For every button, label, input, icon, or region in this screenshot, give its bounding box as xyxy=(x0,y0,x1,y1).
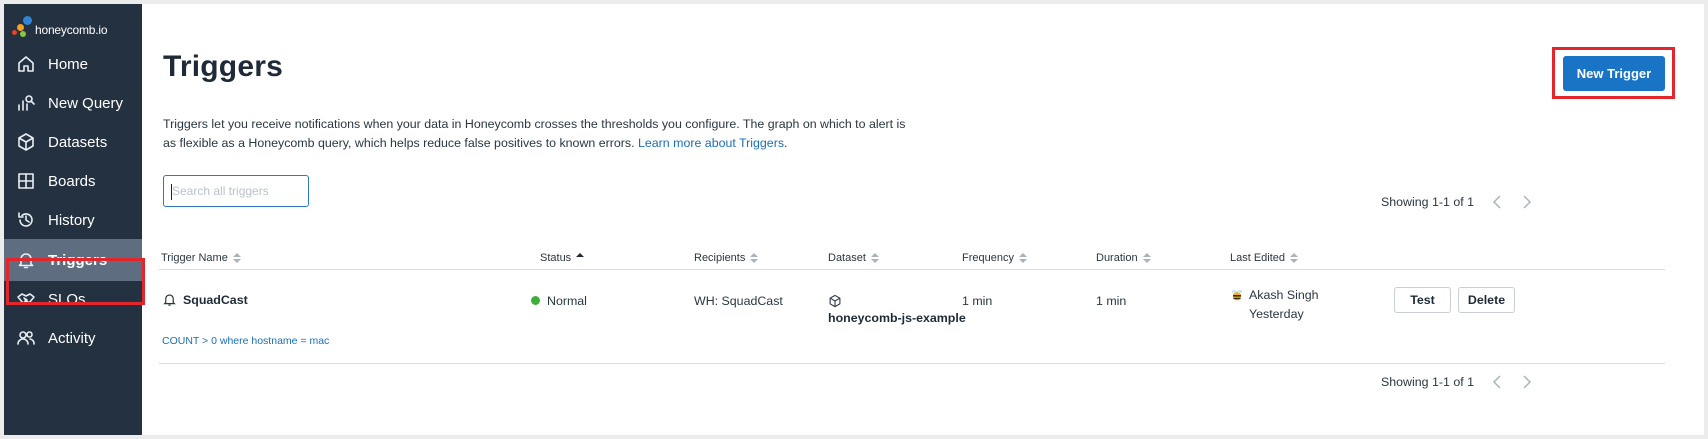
sidebar: honeycomb.io Home New Query Datasets Boa… xyxy=(4,4,142,435)
page-title: Triggers xyxy=(163,50,283,83)
text-cursor xyxy=(171,184,172,200)
sort-ascending-icon xyxy=(576,253,585,263)
delete-button[interactable]: Delete xyxy=(1458,287,1515,313)
honeycomb-logo-icon xyxy=(12,16,32,40)
sidebar-item-label: New Query xyxy=(48,94,124,112)
sidebar-item-history[interactable]: History xyxy=(4,199,142,241)
pagination-text: Showing 1-1 of 1 xyxy=(1381,195,1474,209)
status-normal-icon xyxy=(531,296,540,305)
page-description: Triggers let you receive notifications w… xyxy=(163,117,906,150)
sort-icon xyxy=(1290,253,1299,263)
column-header-last-edited[interactable]: Last Edited xyxy=(1230,252,1299,264)
search-field[interactable] xyxy=(163,175,309,207)
column-header-frequency[interactable]: Frequency xyxy=(962,252,1027,264)
honeycomb-logo[interactable]: honeycomb.io xyxy=(12,10,108,40)
sidebar-item-label: History xyxy=(48,211,95,229)
sidebar-item-activity[interactable]: Activity xyxy=(4,317,142,359)
logo-text: honeycomb.io xyxy=(35,23,108,37)
cube-icon xyxy=(828,294,842,308)
dataset-cell xyxy=(828,294,842,311)
sort-icon xyxy=(750,253,759,263)
sidebar-item-label: Home xyxy=(48,55,89,73)
chevron-right-icon[interactable] xyxy=(1520,375,1534,389)
sidebar-item-label: Datasets xyxy=(48,133,108,151)
sidebar-item-datasets[interactable]: Datasets xyxy=(4,121,142,163)
table-header-divider xyxy=(159,269,1665,270)
last-edited-cell: Akash Singh xyxy=(1230,288,1319,302)
boards-icon xyxy=(16,171,36,191)
sort-icon xyxy=(1018,253,1027,263)
status-cell: Normal xyxy=(531,294,587,308)
new-trigger-button[interactable]: New Trigger xyxy=(1563,56,1665,91)
column-header-dataset[interactable]: Dataset xyxy=(828,252,879,264)
table-row-divider xyxy=(159,363,1665,364)
search-input[interactable] xyxy=(164,176,308,206)
sort-icon xyxy=(870,253,879,263)
sidebar-item-new-query[interactable]: New Query xyxy=(4,82,142,124)
pagination-bottom: Showing 1-1 of 1 xyxy=(1381,375,1534,389)
trigger-name-cell[interactable]: SquadCast xyxy=(162,292,248,307)
frequency-cell: 1 min xyxy=(962,294,993,308)
history-icon xyxy=(16,210,36,230)
column-header-duration[interactable]: Duration xyxy=(1096,252,1151,264)
main-content: Triggers Triggers let you receive notifi… xyxy=(142,4,1704,435)
pagination-text: Showing 1-1 of 1 xyxy=(1381,375,1474,389)
bell-icon xyxy=(162,292,177,307)
sidebar-item-label: Activity xyxy=(48,329,96,347)
dataset-name[interactable]: honeycomb-js-example xyxy=(828,311,966,325)
highlight-box-triggers xyxy=(6,258,145,305)
sidebar-item-label: Boards xyxy=(48,172,96,190)
editor-name: Akash Singh xyxy=(1249,288,1319,302)
learn-more-link[interactable]: Learn more about Triggers xyxy=(638,136,784,150)
edited-time: Yesterday xyxy=(1249,307,1304,321)
test-button[interactable]: Test xyxy=(1394,287,1451,313)
recipients-cell: WH: SquadCast xyxy=(694,294,783,308)
people-icon xyxy=(16,328,36,348)
trigger-name: SquadCast xyxy=(183,292,248,307)
sidebar-item-home[interactable]: Home xyxy=(4,43,142,85)
home-icon xyxy=(16,54,36,74)
bee-avatar-icon xyxy=(1230,288,1244,302)
trigger-query-link[interactable]: COUNT > 0 where hostname = mac xyxy=(162,335,329,347)
sort-icon xyxy=(1142,253,1151,263)
sidebar-item-boards[interactable]: Boards xyxy=(4,160,142,202)
chevron-left-icon[interactable] xyxy=(1490,375,1504,389)
status-text: Normal xyxy=(547,294,587,308)
column-header-trigger-name[interactable]: Trigger Name xyxy=(161,252,241,264)
column-header-recipients[interactable]: Recipients xyxy=(694,252,759,264)
chevron-left-icon[interactable] xyxy=(1490,195,1504,209)
duration-cell: 1 min xyxy=(1096,294,1127,308)
sort-icon xyxy=(232,253,241,263)
column-header-status[interactable]: Status xyxy=(540,252,585,264)
query-icon xyxy=(16,93,36,113)
pagination-top: Showing 1-1 of 1 xyxy=(1381,195,1534,209)
cube-icon xyxy=(16,132,36,152)
chevron-right-icon[interactable] xyxy=(1520,195,1534,209)
